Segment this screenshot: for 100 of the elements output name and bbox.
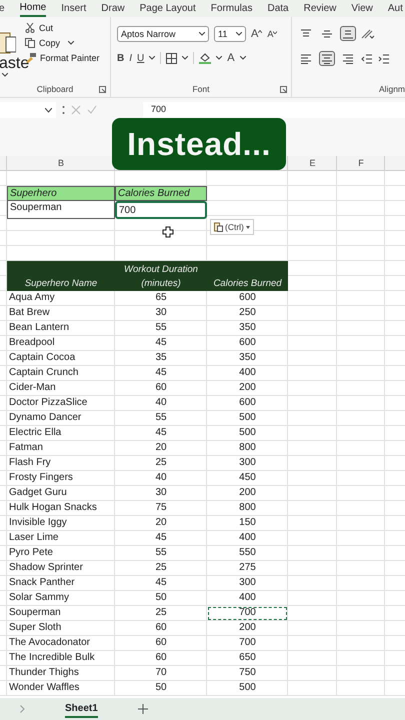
scissors-icon <box>25 23 35 33</box>
table-cell-text: 45 <box>154 366 168 380</box>
table-cell-text: 200 <box>238 621 257 635</box>
table-cell-text: Bat Brew <box>8 306 51 320</box>
table-cell-text: 300 <box>238 576 257 590</box>
table-cell-text: 400 <box>238 366 257 380</box>
table-cell-text: 55 <box>154 321 168 335</box>
dialog-launcher-icon[interactable] <box>280 86 287 93</box>
ribbon-tab[interactable]: Insert <box>61 1 86 16</box>
chevron-down-icon[interactable] <box>68 41 74 45</box>
align-bottom-button[interactable] <box>340 26 356 41</box>
table-cell-text: Aqua Amy <box>8 291 56 305</box>
font-name-dropdown[interactable]: Aptos Narrow <box>117 26 209 42</box>
column-header[interactable]: E <box>288 156 337 171</box>
cursor-icon <box>162 226 174 238</box>
table-cell-text: 45 <box>154 531 168 545</box>
table-cell-text: Flash Fry <box>8 456 52 470</box>
clipboard-icon <box>214 222 223 232</box>
table-cell-text: Doctor PizzaSlice <box>8 396 88 410</box>
decrease-indent-icon[interactable] <box>361 54 373 64</box>
table-cell-text: 40 <box>154 471 168 485</box>
cut-button[interactable]: Cut <box>25 23 100 33</box>
table-cell-text: Frosty Fingers <box>8 471 74 485</box>
ribbon-tab[interactable]: Page Layout <box>140 1 196 16</box>
bold-button[interactable]: B <box>117 52 124 64</box>
check-icon[interactable] <box>87 105 97 115</box>
chevron-down-icon[interactable] <box>216 56 222 60</box>
table-cell-text: 60 <box>154 621 168 635</box>
table-cell-text: 25 <box>154 456 168 470</box>
table-cell-text: 250 <box>238 306 257 320</box>
orientation-icon[interactable] <box>361 28 375 40</box>
table-cell: Souperman <box>7 201 115 219</box>
table-cell-text: Thunder Thighs <box>8 666 80 680</box>
table-cell-text: 750 <box>238 666 257 680</box>
chevron-down-icon[interactable] <box>240 56 246 60</box>
chevron-down-icon[interactable] <box>149 56 156 60</box>
table-cell: 700 <box>207 606 288 621</box>
table-cell-text: 60 <box>154 381 168 395</box>
ribbon-tab[interactable]: Formulas <box>210 1 252 16</box>
table-cell-text: Cider-Man <box>8 381 57 395</box>
formula-input[interactable]: 700 <box>143 102 405 118</box>
ribbon-tab[interactable]: Review <box>304 1 336 16</box>
table-cell-text: Shadow Sprinter <box>8 561 84 575</box>
borders-icon[interactable] <box>166 52 178 64</box>
align-lines-icon <box>342 28 354 38</box>
table-cell-text: 20 <box>154 441 168 455</box>
table-cell-text: 450 <box>238 471 257 485</box>
grow-font-button[interactable]: A <box>251 28 262 40</box>
table-cell-text: 25 <box>154 561 168 575</box>
add-sheet-icon[interactable] <box>138 704 148 714</box>
align-lines-icon <box>342 54 354 64</box>
chevron-down-icon[interactable] <box>182 56 188 60</box>
table-cell-text: 30 <box>154 306 168 320</box>
paste-button[interactable]: aste <box>0 55 30 73</box>
ribbon-tab[interactable]: Draw <box>101 1 125 16</box>
paste-options-button[interactable]: (Ctrl) <box>210 219 254 235</box>
table-cell-text: Wonder Waffles <box>8 681 80 695</box>
copy-button[interactable]: Copy <box>25 38 60 48</box>
table-cell-text: 350 <box>238 351 257 365</box>
underline-button[interactable]: U <box>137 52 144 64</box>
ribbon-tab[interactable]: Aut <box>388 1 403 16</box>
fill-bucket-icon[interactable] <box>199 52 212 64</box>
chevron-down-icon <box>199 32 205 36</box>
font-color-button[interactable]: A <box>227 52 235 64</box>
italic-button[interactable]: I <box>129 52 132 64</box>
more-icon <box>62 105 65 115</box>
table-cell-text: The Avocadonator <box>8 636 91 650</box>
column-header[interactable]: B <box>7 156 115 171</box>
dialog-launcher-icon[interactable] <box>99 86 106 93</box>
shrink-font-button[interactable]: A <box>267 29 278 39</box>
table-cell[interactable]: 700 <box>115 201 207 219</box>
table-cell-text: 70 <box>154 666 168 680</box>
column-header[interactable]: F <box>337 156 385 171</box>
table-cell-text: Pyro Pete <box>8 546 54 560</box>
table-cell-text: 500 <box>238 681 257 695</box>
table-cell-text: Breadpool <box>8 336 56 350</box>
increase-indent-icon[interactable] <box>378 54 390 64</box>
align-center-button[interactable] <box>319 51 335 66</box>
ribbon-tab[interactable]: View <box>351 1 373 16</box>
table-cell-text: Souperman <box>8 606 62 620</box>
table-cell-text: 30 <box>154 486 168 500</box>
table-cell-text: 65 <box>154 291 168 305</box>
align-lines-icon <box>321 54 333 64</box>
align-lines-icon <box>300 54 312 64</box>
table-cell-text: Dynamo Dancer <box>8 411 82 425</box>
table-cell-text: Electric Ella <box>8 426 62 440</box>
table-cell-text: Gadget Guru <box>8 486 68 500</box>
table-cell-text: 150 <box>238 516 257 530</box>
table-cell-text: 200 <box>238 381 257 395</box>
table-cell-text: 55 <box>154 546 168 560</box>
table-cell-text: 600 <box>238 291 257 305</box>
caret-up-icon <box>258 30 262 33</box>
table-cell-text: 45 <box>154 336 168 350</box>
table-cell-text: 300 <box>238 456 257 470</box>
table-cell-text: 400 <box>238 531 257 545</box>
font-size-dropdown[interactable]: 11 <box>214 26 246 42</box>
copy-icon <box>25 38 35 48</box>
table-cell-text: 40 <box>154 396 168 410</box>
ribbon-tab[interactable]: Data <box>267 1 289 16</box>
sheet-tab[interactable]: Sheet1 <box>65 700 98 718</box>
